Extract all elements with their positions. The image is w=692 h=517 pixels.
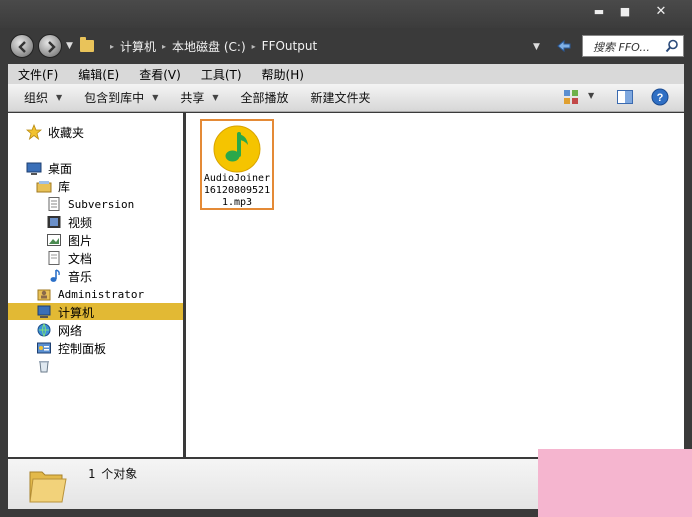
menu-edit[interactable]: 编辑(E) [68,66,129,83]
play-all-label: 全部播放 [240,91,289,105]
breadcrumb-ffoutput[interactable]: FFOutput [262,39,318,53]
pink-overlay [538,449,692,517]
refresh-icon[interactable] [555,37,573,55]
nav-subversion-label: Subversion [68,197,135,211]
breadcrumb-separator[interactable]: ▸ [252,42,256,51]
address-history-dropdown[interactable]: ▼ [533,42,540,52]
menu-file[interactable]: 文件(F) [8,66,68,83]
back-arrow-icon [18,41,26,53]
nav-videos-label: 视频 [68,215,93,230]
play-all-button[interactable]: 全部播放 [241,89,289,106]
help-icon[interactable]: ? [651,88,669,106]
nav-libraries[interactable]: 库 [36,177,70,195]
file-item[interactable]: AudioJoiner161208095211.mp3 [200,119,274,210]
nav-computer-label: 计算机 [58,305,95,320]
folder-icon [29,471,67,503]
change-view-icon[interactable] [562,88,580,106]
item-count: 1 个对象 [88,465,137,482]
breadcrumb-local-disk[interactable]: 本地磁盘 (C:) [172,38,246,55]
menu-view[interactable]: 查看(V) [129,66,191,83]
menu-tools[interactable]: 工具(T) [191,66,252,83]
pictures-icon [47,234,61,246]
nav-music[interactable]: 音乐 [46,267,92,285]
new-folder-button[interactable]: 新建文件夹 [311,89,371,106]
star-icon [26,124,42,140]
include-in-library-button[interactable]: 包含到库中 ▼ [84,89,158,106]
network-icon [37,323,51,338]
nav-documents[interactable]: 文档 [46,249,92,267]
item-count-number: 1 [88,467,96,481]
organize-label: 组织 [24,91,49,105]
menu-bar: 文件(F) 编辑(E) 查看(V) 工具(T) 帮助(H) [8,64,684,84]
computer-icon [37,305,51,318]
minimize-button[interactable]: ▬ [586,3,612,21]
control-panel-icon [37,342,51,354]
recent-pages-dropdown[interactable]: ▼ [66,41,73,51]
address-row: ▼ ▸ 计算机 ▸ 本地磁盘 (C:) ▸ FFOutput ▼ 搜索 FFO.… [0,28,692,64]
qq-music-file-icon [213,125,261,173]
breadcrumb-computer[interactable]: 计算机 [120,38,156,55]
back-button[interactable] [10,34,34,58]
selected-highlight [8,303,183,320]
search-input[interactable]: 搜索 FFO... [593,39,650,55]
nav-network[interactable]: 网络 [36,321,82,339]
nav-administrator-label: Administrator [58,287,145,301]
title-bar: ▬ ■ ✕ [0,0,692,28]
nav-computer[interactable]: 计算机 [36,303,94,321]
share-button[interactable]: 共享 ▼ [180,89,218,106]
command-toolbar: 组织 ▼ 包含到库中 ▼ 共享 ▼ 全部播放 新建文件夹 ▼ ? [8,84,684,112]
item-count-label: 个对象 [101,467,138,481]
breadcrumb-separator[interactable]: ▸ [162,42,166,51]
documents-icon [48,251,60,265]
organize-button[interactable]: 组织 ▼ [24,89,62,106]
search-icon[interactable] [665,39,679,53]
nav-favorites[interactable]: 收藏夹 [26,123,84,141]
nav-recycle-bin[interactable] [36,357,52,375]
breadcrumb: ▸ 计算机 ▸ 本地磁盘 (C:) ▸ FFOutput [80,34,520,58]
library-icon [36,181,52,193]
nav-libraries-label: 库 [58,179,71,194]
desktop-icon [26,162,42,175]
document-library-icon [48,197,60,211]
nav-pictures[interactable]: 图片 [46,231,92,249]
nav-control-panel-label: 控制面板 [58,341,107,356]
recycle-bin-icon [39,361,49,373]
menu-help[interactable]: 帮助(H) [252,66,314,83]
nav-desktop-label: 桌面 [48,161,73,176]
nav-pictures-label: 图片 [68,233,93,248]
svg-text:?: ? [657,92,664,104]
preview-pane-icon[interactable] [616,88,634,106]
new-folder-label: 新建文件夹 [310,91,371,105]
maximize-button[interactable]: ■ [612,3,638,21]
nav-control-panel[interactable]: 控制面板 [36,339,106,357]
breadcrumb-separator[interactable]: ▸ [110,42,114,51]
nav-videos[interactable]: 视频 [46,213,92,231]
close-button[interactable]: ✕ [648,3,674,21]
nav-network-label: 网络 [58,323,83,338]
navigation-pane: 收藏夹 桌面 库 Subversion 视频 图片 文档 音乐 Administ… [8,113,183,457]
nav-desktop[interactable]: 桌面 [26,159,72,177]
user-folder-icon [37,289,51,301]
chevron-down-icon: ▼ [152,93,159,102]
chevron-down-icon: ▼ [212,93,219,102]
view-options-dropdown[interactable]: ▼ [588,91,594,100]
include-in-library-label: 包含到库中 [84,91,145,105]
search-box[interactable]: 搜索 FFO... [582,35,684,57]
nav-subversion[interactable]: Subversion [46,195,134,213]
nav-administrator[interactable]: Administrator [36,285,144,303]
file-list: AudioJoiner161208095211.mp3 [186,113,684,457]
explorer-window: ▬ ■ ✕ ▼ ▸ 计算机 ▸ 本地磁盘 (C:) ▸ FFOutput ▼ 搜… [0,0,692,517]
folder-icon [80,37,94,52]
nav-music-label: 音乐 [68,269,93,284]
forward-button[interactable] [38,34,62,58]
music-note-icon [50,269,60,282]
forward-arrow-icon [48,41,56,53]
nav-documents-label: 文档 [68,251,93,266]
file-name: AudioJoiner161208095211.mp3 [203,173,271,208]
chevron-down-icon: ▼ [56,93,63,102]
nav-favorites-label: 收藏夹 [48,125,85,140]
video-icon [47,216,61,228]
share-label: 共享 [180,91,205,105]
